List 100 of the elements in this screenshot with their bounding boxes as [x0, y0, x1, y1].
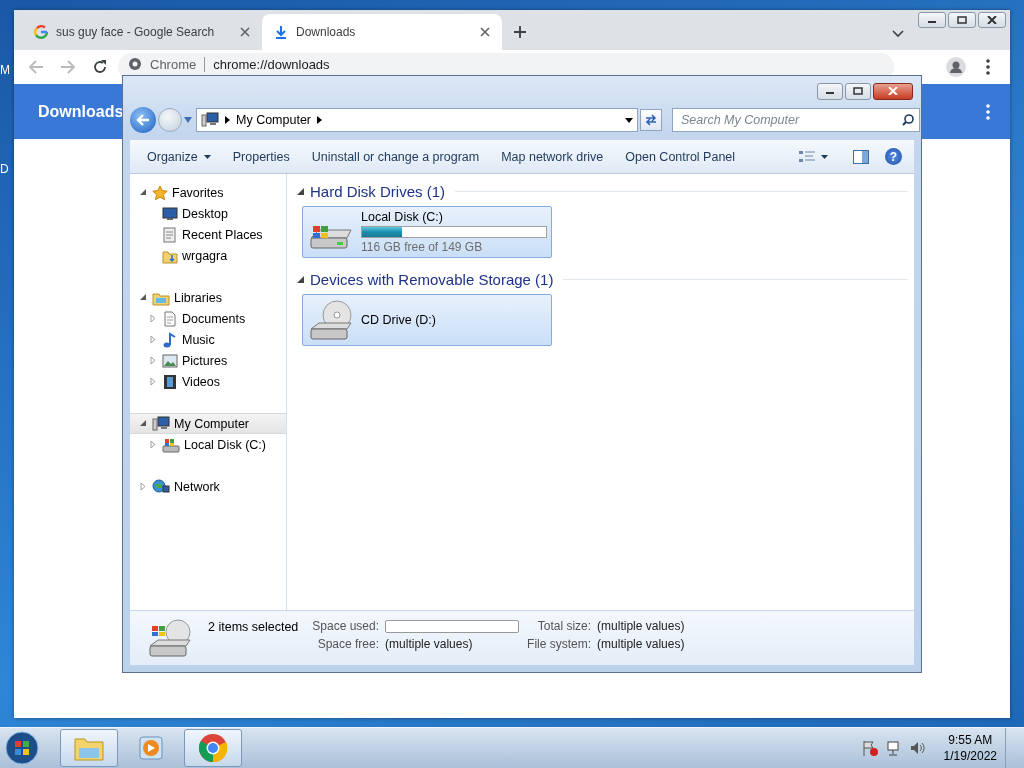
site-favicon-icon: [34, 25, 48, 39]
close-button[interactable]: [873, 82, 913, 100]
film-icon: [162, 373, 178, 390]
collapsed-arrow-icon[interactable]: [149, 378, 157, 385]
breadcrumb[interactable]: My Computer: [236, 113, 312, 127]
breadcrumb-arrow-icon: [317, 116, 323, 124]
start-orb-icon: [5, 731, 39, 765]
breadcrumb-arrow-icon: [225, 116, 230, 124]
refresh-arrows-icon: [644, 113, 658, 127]
nav-item[interactable]: Favorites: [130, 182, 286, 203]
nav-item[interactable]: wrgagra: [140, 245, 286, 266]
browser-tab[interactable]: sus guy face - Google Search: [22, 14, 262, 50]
plus-icon: [513, 25, 527, 39]
collapsed-arrow-icon[interactable]: [149, 357, 157, 364]
taskbar-app-button[interactable]: [60, 729, 118, 767]
minimize-button[interactable]: [817, 82, 843, 100]
selection-summary: 2 items selected: [208, 620, 299, 634]
nav-item[interactable]: Documents: [140, 308, 286, 329]
volume-icon: [909, 740, 926, 756]
command-button[interactable]: Properties: [223, 145, 299, 168]
desktop-icon: [162, 205, 178, 222]
help-button[interactable]: ?: [885, 148, 902, 165]
restore-icon: [853, 87, 863, 95]
cd-drive-icon: [307, 297, 355, 343]
tab-close-icon: [480, 27, 490, 37]
expanded-arrow-icon[interactable]: [139, 189, 147, 196]
group-header[interactable]: Hard Disk Drives (1): [310, 182, 445, 200]
nav-item[interactable]: Network: [130, 476, 286, 497]
download-icon: [274, 25, 288, 39]
refresh-button[interactable]: [640, 109, 662, 131]
chrome-page-icon: [128, 57, 142, 71]
collapsed-arrow-icon[interactable]: [149, 336, 157, 343]
dropdown-arrow-icon: [625, 117, 633, 123]
url-text: chrome://downloads: [213, 57, 330, 72]
taskbar-app-button[interactable]: [184, 729, 242, 767]
page-title: Downloads: [38, 102, 124, 121]
free-space-text: 116 GB free of 149 GB: [361, 240, 484, 254]
kebab-menu-icon: [986, 103, 990, 120]
expanded-arrow-icon[interactable]: [139, 294, 147, 301]
forward-arrow-icon: [60, 59, 76, 75]
nav-item[interactable]: My Computer: [130, 413, 286, 434]
detail-label: File system:: [527, 637, 592, 651]
action-center-flag-icon: [861, 740, 878, 756]
drive-tile[interactable]: Local Disk (C:) 116 GB free of 149 GB: [302, 206, 552, 258]
nav-item[interactable]: Recent Places: [140, 224, 286, 245]
document-icon: [162, 310, 178, 327]
drive-icon: [162, 436, 180, 453]
close-button[interactable]: [978, 12, 1006, 28]
restore-icon: [957, 16, 967, 24]
command-button[interactable]: Map network drive: [492, 145, 613, 168]
maximize-button[interactable]: [948, 12, 976, 28]
preview-pane-icon: [853, 149, 869, 164]
expanded-arrow-icon[interactable]: [139, 420, 147, 427]
detail-value: (multiple values): [597, 619, 685, 633]
command-button[interactable]: Organize: [138, 145, 220, 168]
recent-places-icon: [162, 226, 178, 243]
nav-item[interactable]: Pictures: [140, 350, 286, 371]
drive-tile[interactable]: CD Drive (D:): [302, 294, 552, 346]
picture-icon: [162, 352, 178, 369]
back-arrow-icon: [28, 59, 44, 75]
drive-name: Local Disk (C:): [361, 210, 444, 224]
details-view-icon: [799, 149, 815, 164]
network-globe-icon: [152, 478, 170, 495]
computer-icon: [152, 415, 170, 432]
dropdown-arrow-icon: [821, 154, 828, 159]
minimize-button[interactable]: [918, 12, 946, 28]
maximize-button[interactable]: [845, 82, 871, 100]
network-icon: [885, 740, 902, 756]
chrome-logo-icon: [198, 733, 228, 763]
music-note-icon: [162, 331, 178, 348]
collapsed-arrow-icon[interactable]: [149, 441, 157, 448]
nav-item[interactable]: Music: [140, 329, 286, 350]
back-button[interactable]: [130, 107, 156, 133]
nav-item[interactable]: Local Disk (C:): [140, 434, 286, 455]
desktop-icon-label: M: [0, 63, 10, 77]
nav-item[interactable]: Desktop: [140, 203, 286, 224]
close-icon: [888, 87, 898, 95]
detail-label: Space free:: [316, 637, 380, 651]
browser-tab[interactable]: Downloads: [262, 14, 502, 50]
computer-icon: [201, 112, 219, 128]
nav-item[interactable]: Videos: [140, 371, 286, 392]
drive-name: CD Drive (D:): [361, 313, 437, 327]
command-button[interactable]: Uninstall or change a program: [302, 145, 489, 168]
address-bar[interactable]: My Computer: [196, 108, 638, 132]
clock[interactable]: 9:55 AM 1/19/2022: [943, 732, 997, 764]
group-header[interactable]: Devices with Removable Storage (1): [310, 270, 554, 288]
detail-label: Total size:: [536, 619, 592, 633]
detail-value: (multiple values): [385, 637, 474, 651]
close-icon: [987, 16, 997, 24]
tab-close-icon: [240, 27, 250, 37]
collapsed-arrow-icon[interactable]: [149, 315, 157, 322]
nav-item[interactable]: Libraries: [130, 287, 286, 308]
site-chip: Chrome: [150, 57, 206, 72]
media-player-icon: [137, 734, 165, 762]
collapsed-arrow-icon[interactable]: [139, 483, 147, 490]
command-button[interactable]: Open Control Panel: [616, 145, 745, 168]
history-dropdown-icon: [184, 117, 192, 123]
drives-icon: [146, 616, 194, 660]
search-field[interactable]: Search My Computer: [672, 108, 920, 132]
star-icon: [152, 184, 168, 201]
